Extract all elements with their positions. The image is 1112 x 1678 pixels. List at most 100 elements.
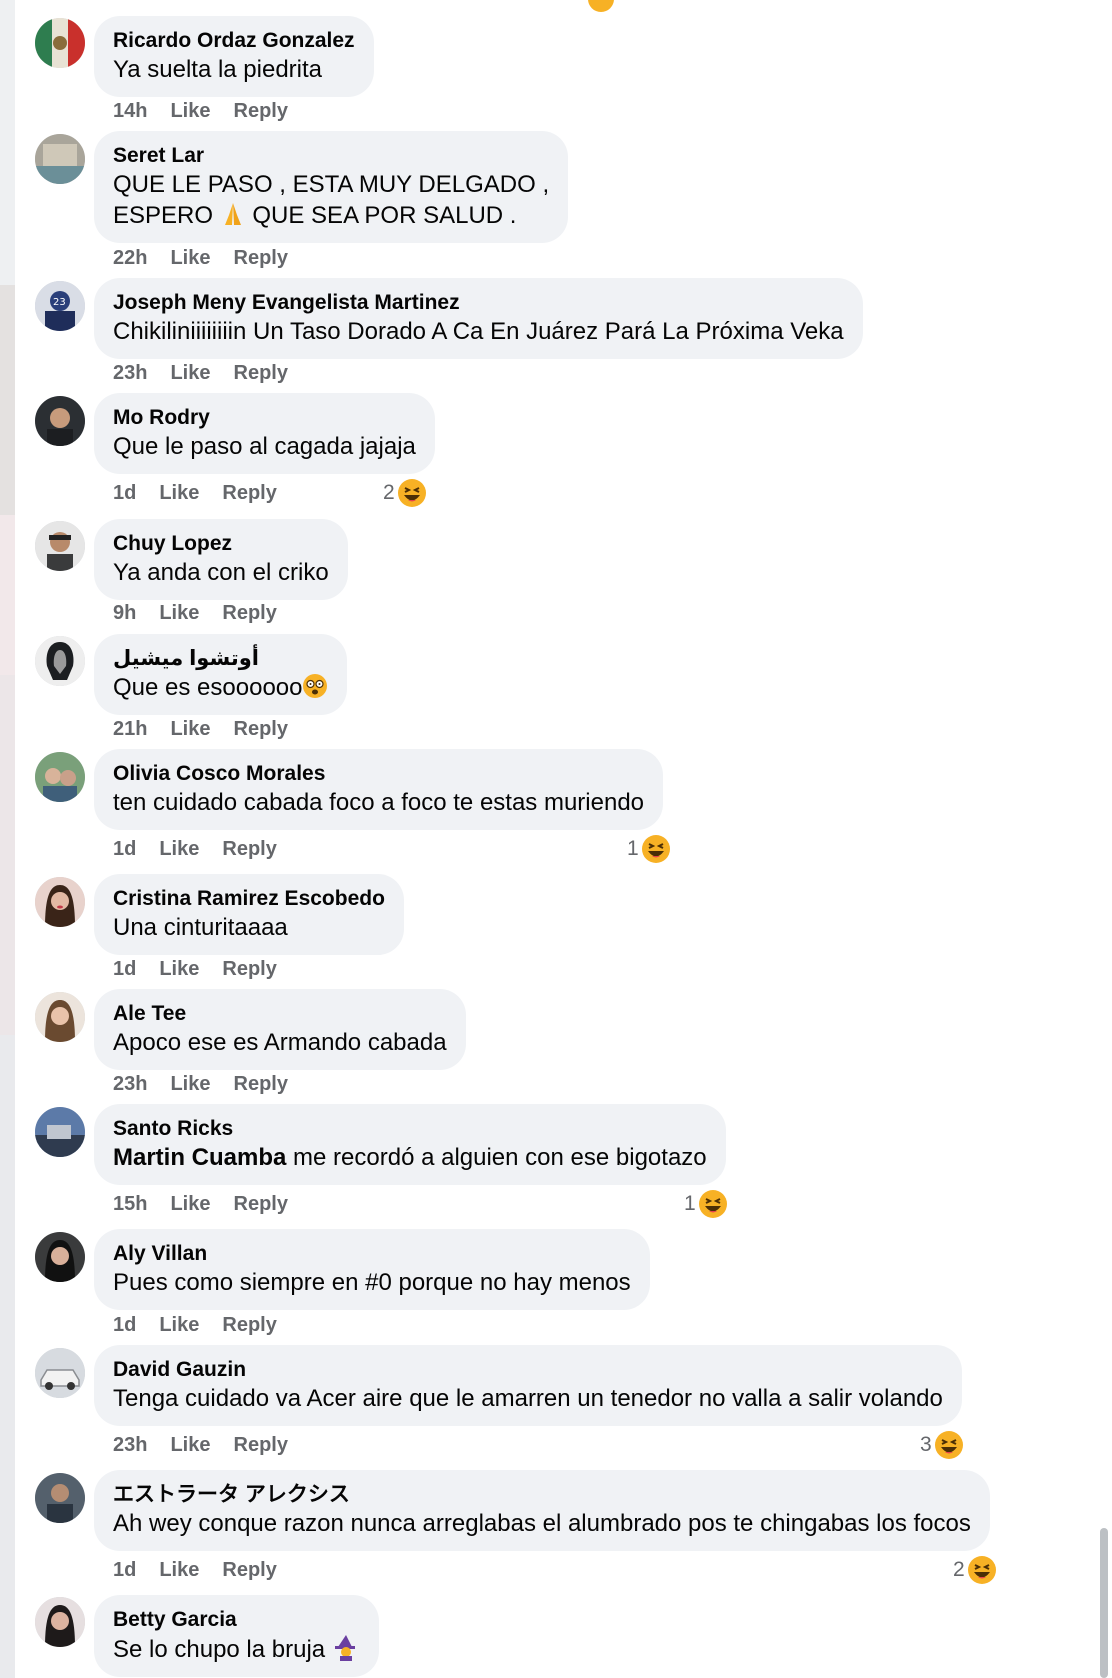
avatar[interactable] <box>35 752 85 802</box>
like-button[interactable]: Like <box>159 958 199 980</box>
avatar[interactable] <box>35 18 85 68</box>
comment-text-part: QUE SEA POR SALUD . <box>252 202 517 229</box>
like-button[interactable]: Like <box>170 1193 210 1215</box>
like-button[interactable]: Like <box>170 1434 210 1456</box>
comment-actions: 23h Like Reply <box>113 1073 311 1096</box>
comment-time[interactable]: 23h <box>113 1073 147 1095</box>
reaction-summary[interactable]: 2 <box>953 1555 997 1585</box>
avatar[interactable] <box>35 992 85 1042</box>
reply-button[interactable]: Reply <box>222 482 276 504</box>
reaction-summary[interactable]: 2 <box>383 478 427 508</box>
reaction-summary[interactable]: 1 <box>627 834 671 864</box>
like-button[interactable]: Like <box>170 1073 210 1095</box>
comment-time[interactable]: 1d <box>113 958 136 980</box>
haha-emoji-icon <box>397 479 426 507</box>
comment-author[interactable]: Cristina Ramirez Escobedo <box>113 886 385 912</box>
comment-author[interactable]: Chuy Lopez <box>113 531 329 557</box>
comment-time[interactable]: 23h <box>113 1434 147 1456</box>
haha-emoji-icon <box>698 1190 727 1218</box>
reaction-count: 1 <box>627 837 639 860</box>
comment-time[interactable]: 1d <box>113 482 136 504</box>
like-button[interactable]: Like <box>170 718 210 740</box>
comment-time[interactable]: 9h <box>113 602 136 624</box>
avatar[interactable] <box>35 877 85 927</box>
reply-button[interactable]: Reply <box>222 1314 276 1336</box>
reaction-summary[interactable]: 1 <box>684 1189 728 1219</box>
comment-time[interactable]: 14h <box>113 100 147 122</box>
avatar[interactable] <box>35 1107 85 1157</box>
avatar[interactable] <box>35 1232 85 1282</box>
comment-bubble: Seret Lar QUE LE PASO , ESTA MUY DELGADO… <box>94 131 569 243</box>
reply-button[interactable]: Reply <box>234 1434 288 1456</box>
haha-emoji-icon <box>934 1431 963 1459</box>
comment-text: Ah wey conque razon nunca arreglabas el … <box>113 1510 971 1537</box>
reply-button[interactable]: Reply <box>234 100 288 122</box>
like-button[interactable]: Like <box>159 1559 199 1581</box>
avatar[interactable] <box>35 1348 85 1398</box>
reply-button[interactable]: Reply <box>234 1193 288 1215</box>
comment-text: ten cuidado cabada foco a foco te estas … <box>113 789 645 816</box>
reply-button[interactable]: Reply <box>234 362 288 384</box>
comment-time[interactable]: 21h <box>113 718 147 740</box>
comment-text-part: me recordó a alguien con ese bigotazo <box>293 1144 707 1171</box>
comment-bubble: エストラータ アレクシス Ah wey conque razon nunca a… <box>94 1470 990 1551</box>
comment-time[interactable]: 1d <box>113 1314 136 1336</box>
comment-time[interactable]: 1d <box>113 838 136 860</box>
avatar[interactable] <box>35 1473 85 1523</box>
comment-author[interactable]: Betty Garcia <box>113 1607 360 1633</box>
comment-text: Una cinturitaaaa <box>113 914 288 941</box>
comment-author[interactable]: Santo Ricks <box>113 1116 707 1142</box>
comment-author[interactable]: Seret Lar <box>113 143 549 169</box>
reply-button[interactable]: Reply <box>234 247 288 269</box>
scrollbar-thumb[interactable] <box>1100 1528 1108 1678</box>
comment-text-part: ESPERO <box>113 202 214 229</box>
comment-author[interactable]: Olivia Cosco Morales <box>113 761 644 787</box>
avatar[interactable]: 23 <box>35 281 85 331</box>
avatar[interactable] <box>35 521 85 571</box>
comment-time[interactable]: 23h <box>113 362 147 384</box>
comment-author[interactable]: Ale Tee <box>113 1001 447 1027</box>
reaction-count: 1 <box>684 1192 696 1215</box>
comment-text-line: ESPERO QUE SEA POR SALUD . <box>113 200 549 231</box>
svg-text:23: 23 <box>53 297 66 308</box>
comment-actions: 1d Like Reply <box>113 1314 300 1337</box>
comment-time[interactable]: 15h <box>113 1193 147 1215</box>
reply-button[interactable]: Reply <box>222 1559 276 1581</box>
background-page-strip <box>0 0 15 1678</box>
like-button[interactable]: Like <box>170 362 210 384</box>
mention-link[interactable]: Martin Cuamba <box>113 1144 286 1171</box>
like-button[interactable]: Like <box>159 482 199 504</box>
comment-author[interactable]: エストラータ アレクシス <box>113 1482 971 1508</box>
comment-author[interactable]: Joseph Meny Evangelista Martinez <box>113 290 844 316</box>
like-button[interactable]: Like <box>170 100 210 122</box>
avatar[interactable] <box>35 396 85 446</box>
reply-button[interactable]: Reply <box>222 602 276 624</box>
comment-text: Tenga cuidado va Acer aire que le amarre… <box>113 1385 943 1412</box>
reply-button[interactable]: Reply <box>234 718 288 740</box>
comment-author[interactable]: Aly Villan <box>113 1241 631 1267</box>
reply-button[interactable]: Reply <box>234 1073 288 1095</box>
avatar[interactable] <box>35 134 85 184</box>
comment-actions: 1d Like Reply <box>113 958 300 981</box>
comment-author[interactable]: David Gauzin <box>113 1357 943 1383</box>
like-button[interactable]: Like <box>170 247 210 269</box>
avatar[interactable] <box>35 1597 85 1647</box>
comment-time[interactable]: 1d <box>113 1559 136 1581</box>
reply-button[interactable]: Reply <box>222 958 276 980</box>
avatar[interactable] <box>35 636 85 686</box>
reply-button[interactable]: Reply <box>222 838 276 860</box>
like-button[interactable]: Like <box>159 602 199 624</box>
reaction-summary[interactable]: 3 <box>920 1430 964 1460</box>
comment-author[interactable]: Ricardo Ordaz Gonzalez <box>113 28 355 54</box>
reaction-count: 3 <box>920 1433 932 1456</box>
comment-text-part: Se lo chupo la bruja <box>113 1636 326 1663</box>
like-button[interactable]: Like <box>159 838 199 860</box>
comment-author[interactable]: أوتشوا ميشيل <box>113 646 328 672</box>
comment-author[interactable]: Mo Rodry <box>113 405 416 431</box>
comment-bubble: David Gauzin Tenga cuidado va Acer aire … <box>94 1345 962 1426</box>
reaction-count: 2 <box>383 481 395 504</box>
comment-bubble: Mo Rodry Que le paso al cagada jajaja <box>94 393 435 474</box>
like-button[interactable]: Like <box>159 1314 199 1336</box>
comment-time[interactable]: 22h <box>113 247 147 269</box>
comment-actions: 9h Like Reply <box>113 602 300 625</box>
